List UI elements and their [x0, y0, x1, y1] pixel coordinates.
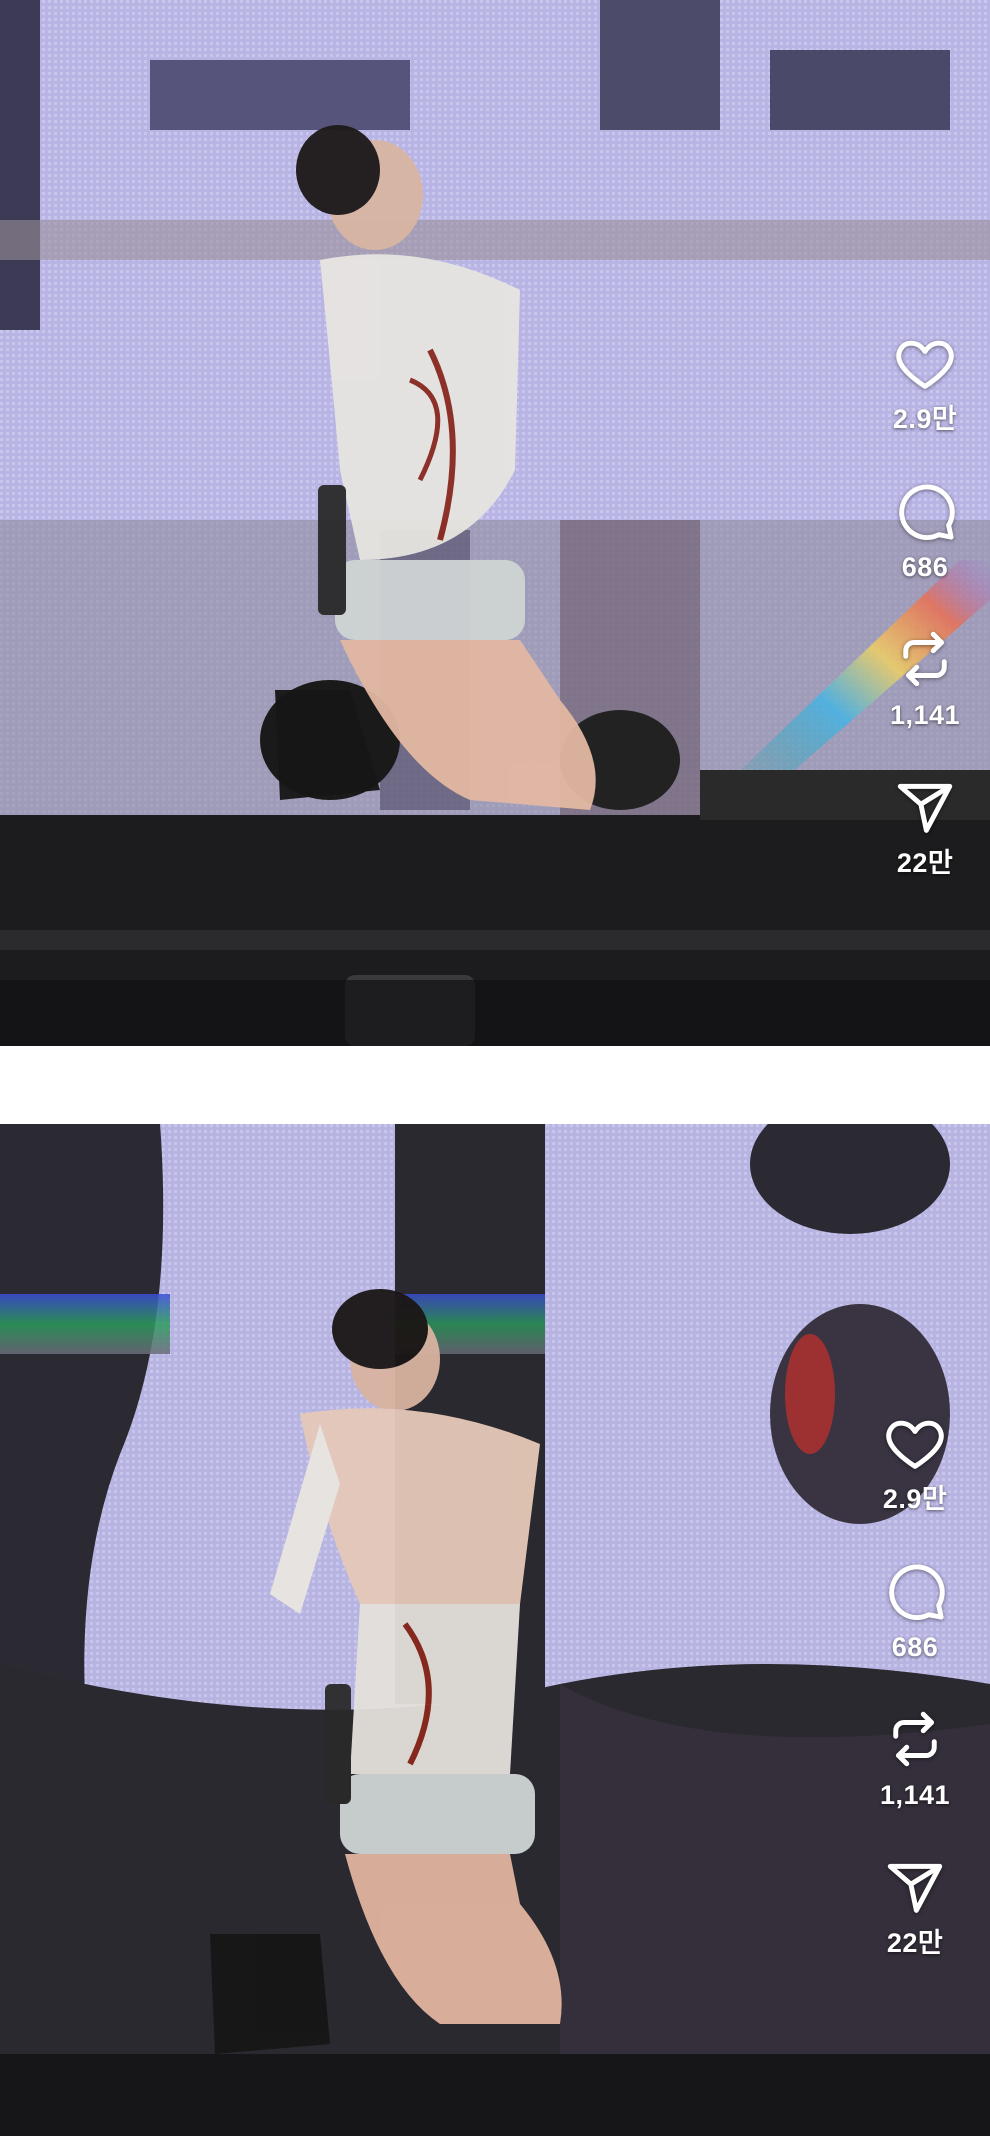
comment-button[interactable]: 686: [892, 478, 958, 584]
share-icon[interactable]: [882, 1854, 948, 1920]
comment-button[interactable]: 686: [882, 1558, 948, 1664]
comment-count: 686: [891, 1632, 939, 1662]
like-button[interactable]: 2.9만: [892, 330, 958, 436]
repost-count: 1,141: [889, 700, 961, 730]
share-count: 22만: [886, 1928, 944, 1958]
action-rail: 2.9만 686 1,141 22만: [870, 330, 980, 880]
heart-icon[interactable]: [882, 1410, 948, 1476]
video-post-2[interactable]: 2.9만 686 1,141 22만: [0, 1124, 990, 2136]
like-count: 2.9만: [892, 404, 958, 434]
comment-icon[interactable]: [882, 1558, 948, 1624]
comment-count: 686: [901, 552, 949, 582]
video-still: [0, 1124, 990, 2136]
repost-icon[interactable]: [892, 626, 958, 692]
repost-button[interactable]: 1,141: [880, 1706, 950, 1812]
like-button[interactable]: 2.9만: [882, 1410, 948, 1516]
repost-icon[interactable]: [882, 1706, 948, 1772]
share-button[interactable]: 22만: [892, 774, 958, 880]
action-rail: 2.9만 686 1,141 22만: [860, 1410, 970, 1960]
repost-count: 1,141: [879, 1780, 951, 1810]
like-count: 2.9만: [882, 1484, 948, 1514]
share-count: 22만: [896, 848, 954, 878]
comment-icon[interactable]: [892, 478, 958, 544]
repost-button[interactable]: 1,141: [890, 626, 960, 732]
share-button[interactable]: 22만: [882, 1854, 948, 1960]
video-frame[interactable]: [0, 0, 990, 1046]
share-icon[interactable]: [892, 774, 958, 840]
divider-gap: [0, 1046, 990, 1124]
video-frame[interactable]: [0, 1124, 990, 2136]
video-post-1[interactable]: 2.9만 686 1,141 22만: [0, 0, 990, 1046]
video-still: [0, 0, 990, 1046]
heart-icon[interactable]: [892, 330, 958, 396]
